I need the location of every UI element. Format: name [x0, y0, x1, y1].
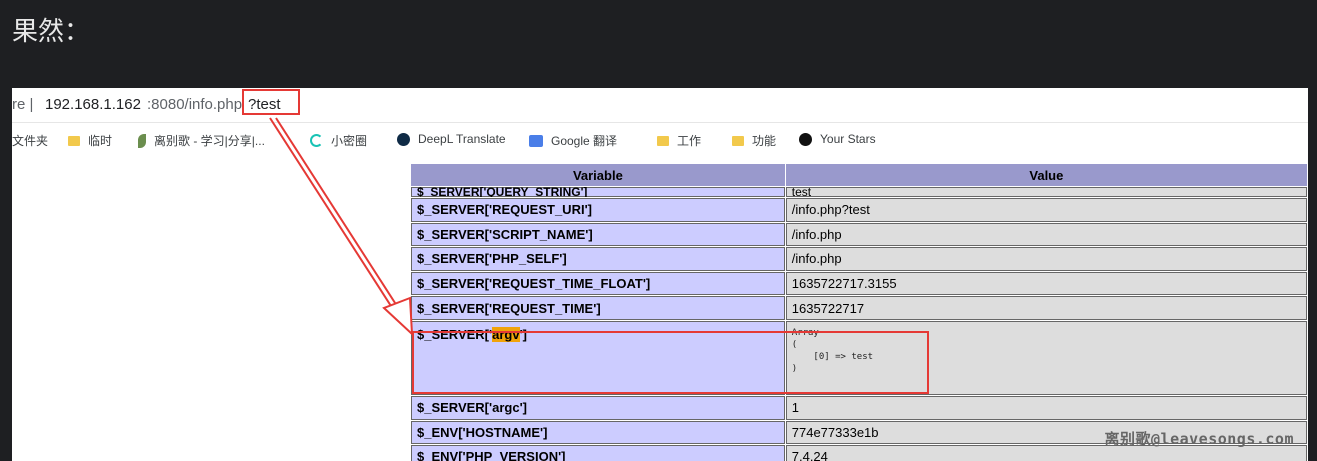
- folder-icon: [68, 135, 80, 146]
- deepl-icon: [397, 132, 410, 146]
- bookmark-folder[interactable]: 文件夹: [12, 132, 48, 149]
- bookmark-label: 工作: [677, 134, 702, 148]
- bookmark-work[interactable]: 工作: [657, 132, 701, 149]
- url-host: 192.168.1.162: [45, 96, 141, 113]
- value-cell: /info.php: [785, 222, 1307, 247]
- table-row: $_SERVER['argc'] 1: [411, 395, 1307, 420]
- bookmark-google-translate[interactable]: Google 翻译: [529, 132, 617, 149]
- bookmark-label: 文件夹: [12, 134, 49, 148]
- table-row: $_SERVER['REQUEST_URI'] /info.php?test: [411, 198, 1307, 222]
- table-header-row: Variable Value: [411, 164, 1307, 186]
- variable-cell: $_SERVER['argc']: [411, 395, 785, 420]
- variable-cell: $_ENV['HOSTNAME']: [411, 420, 785, 445]
- argv-array-dump: Array ( [0] => test ): [791, 327, 874, 374]
- value-cell: 1635722717.3155: [785, 271, 1307, 296]
- table-row: $_SERVER['QUERY_STRING'] test: [411, 187, 1307, 197]
- bookmark-label: DeepL Translate: [418, 132, 506, 146]
- phpinfo-table: Variable Value $_SERVER['QUERY_STRING'] …: [410, 163, 1308, 461]
- value-cell: 1635722717: [785, 296, 1307, 320]
- variable-cell: $_SERVER['QUERY_STRING']: [411, 187, 785, 197]
- bookmark-features[interactable]: 功能: [732, 132, 776, 149]
- bookmark-leavesongs[interactable]: 离别歌 - 学习|分享|...: [138, 132, 265, 149]
- url-path: :8080/info.php: [147, 96, 243, 113]
- bookmark-label: Google 翻译: [551, 134, 618, 148]
- argv-suffix: ']: [519, 326, 527, 342]
- bookmark-deepl[interactable]: DeepL Translate: [397, 132, 506, 146]
- bookmarks-bar: 文件夹 临时 离别歌 - 学习|分享|... 小密圈 DeepL Transla…: [12, 128, 1308, 154]
- table-row: $_SERVER['REQUEST_TIME_FLOAT'] 163572271…: [411, 271, 1307, 296]
- argv-highlight: argv: [492, 326, 520, 342]
- url-query-annotation-box: [242, 89, 300, 115]
- column-header-variable: Variable: [411, 164, 785, 186]
- table-row: $_SERVER['REQUEST_TIME'] 1635722717: [411, 296, 1307, 320]
- browser-screenshot: re | 192.168.1.162 :8080/info.php ?test …: [12, 88, 1308, 461]
- bookmark-your-stars[interactable]: Your Stars: [799, 132, 876, 146]
- ring-icon: [310, 134, 323, 147]
- leaf-icon: [138, 133, 146, 148]
- variable-cell: $_SERVER['PHP_SELF']: [411, 247, 785, 271]
- variable-cell-argv: $_SERVER['argv']: [411, 320, 785, 395]
- bookmark-xiaomiquan[interactable]: 小密圈: [310, 132, 367, 149]
- table-row-argv: $_SERVER['argv'] Array ( [0] => test ): [411, 320, 1307, 395]
- table-row: $_SERVER['SCRIPT_NAME'] /info.php: [411, 222, 1307, 247]
- address-bar[interactable]: re | 192.168.1.162 :8080/info.php ?test: [12, 88, 1308, 123]
- value-cell: /info.php: [785, 247, 1307, 271]
- variable-cell: $_ENV['PHP_VERSION']: [411, 445, 785, 461]
- bookmark-temp[interactable]: 临时: [68, 132, 112, 149]
- bookmark-label: 离别歌 - 学习|分享|...: [154, 134, 265, 148]
- value-cell-argv: Array ( [0] => test ): [785, 320, 1307, 395]
- bookmark-label: 临时: [88, 134, 113, 148]
- column-header-value: Value: [785, 164, 1307, 186]
- watermark: 离别歌@leavesongs.com: [1104, 430, 1294, 448]
- variable-cell: $_SERVER['REQUEST_TIME_FLOAT']: [411, 271, 785, 296]
- value-cell: 1: [785, 395, 1307, 420]
- folder-icon: [657, 135, 669, 146]
- variable-cell: $_SERVER['REQUEST_TIME']: [411, 296, 785, 320]
- bookmark-label: 小密圈: [331, 134, 368, 148]
- bookmark-label: 功能: [752, 134, 777, 148]
- google-translate-icon: [529, 134, 543, 147]
- variable-cell: $_SERVER['SCRIPT_NAME']: [411, 222, 785, 247]
- folder-icon: [732, 135, 744, 146]
- github-icon: [799, 132, 812, 146]
- value-cell: /info.php?test: [785, 198, 1307, 222]
- variable-cell: $_SERVER['REQUEST_URI']: [411, 198, 785, 222]
- url-prefix: re |: [12, 96, 34, 113]
- argv-prefix: $_SERVER[': [417, 326, 493, 342]
- value-cell: test: [785, 187, 1307, 197]
- bookmark-label: Your Stars: [820, 132, 876, 146]
- table-row: $_SERVER['PHP_SELF'] /info.php: [411, 247, 1307, 271]
- article-heading: 果然：: [12, 17, 91, 47]
